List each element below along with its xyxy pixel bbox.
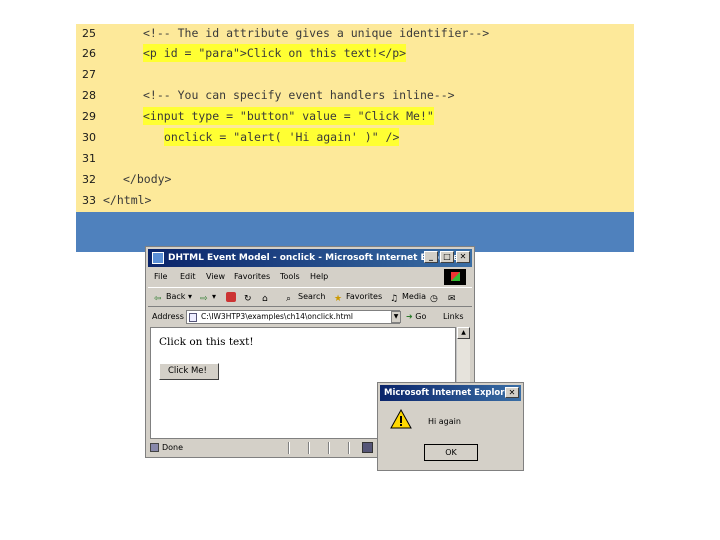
code-text: <!-- The id attribute gives a unique ide… bbox=[143, 26, 490, 40]
search-icon: ⌕ bbox=[286, 294, 292, 304]
mail-icon: ✉ bbox=[448, 294, 456, 304]
alert-close-button[interactable]: ✕ bbox=[505, 387, 519, 398]
menu-tools[interactable]: Tools bbox=[280, 272, 300, 281]
code-line-33: 33 </html> bbox=[76, 191, 634, 211]
forward-button[interactable]: ⇨ ▾ bbox=[200, 292, 216, 304]
status-divider bbox=[348, 442, 350, 454]
address-bar: Address C:\IW3HTP3\examples\ch14\onclick… bbox=[148, 308, 472, 326]
stop-icon bbox=[226, 292, 236, 302]
line-number: 29 bbox=[82, 110, 96, 123]
media-label: Media bbox=[402, 292, 427, 301]
maximize-button[interactable]: □ bbox=[440, 251, 454, 263]
menu-help[interactable]: Help bbox=[310, 272, 328, 281]
line-number: 28 bbox=[82, 89, 96, 102]
windows-logo-icon bbox=[444, 269, 466, 285]
line-number: 30 bbox=[82, 131, 96, 144]
search-label: Search bbox=[298, 292, 326, 301]
code-listing: 25 <!-- The id attribute gives a unique … bbox=[76, 24, 634, 212]
go-button[interactable]: ➜ Go bbox=[406, 312, 426, 321]
home-icon: ⌂ bbox=[262, 294, 268, 304]
ie-logo-icon bbox=[152, 252, 164, 264]
menu-favorites[interactable]: Favorites bbox=[234, 272, 270, 281]
star-icon: ★ bbox=[334, 294, 343, 304]
line-number: 31 bbox=[82, 152, 96, 165]
line-number: 32 bbox=[82, 173, 96, 186]
menu-edit[interactable]: Edit bbox=[180, 272, 196, 281]
history-button[interactable]: ◷ bbox=[430, 292, 442, 304]
go-arrow-icon: ➜ bbox=[406, 312, 413, 321]
scroll-up-arrow-icon[interactable]: ▲ bbox=[457, 327, 470, 339]
code-line-25: 25 <!-- The id attribute gives a unique … bbox=[76, 24, 634, 44]
back-button[interactable]: ⇦ Back ▾ bbox=[154, 292, 192, 304]
alert-message: Hi again bbox=[428, 417, 461, 426]
code-line-29: 29 <input type = "button" value = "Click… bbox=[76, 107, 634, 127]
browser-title: DHTML Event Model - onclick - Microsoft … bbox=[168, 253, 464, 263]
line-number: 26 bbox=[82, 47, 96, 60]
code-line-30: 30 onclick = "alert( 'Hi again' )" /> bbox=[76, 128, 634, 148]
ok-button[interactable]: OK bbox=[424, 444, 478, 461]
line-number: 33 bbox=[82, 194, 96, 207]
stop-button[interactable] bbox=[226, 292, 238, 302]
media-icon: ♫ bbox=[390, 294, 399, 304]
standard-toolbar: ⇦ Back ▾ ⇨ ▾ ↻ ⌂ ⌕ Search ★ Favorites ♫ Media… bbox=[148, 287, 472, 307]
close-button[interactable]: ✕ bbox=[456, 251, 470, 263]
search-button[interactable]: ⌕ Search bbox=[286, 292, 325, 304]
go-label: Go bbox=[415, 312, 427, 321]
code-line-31: 31 bbox=[76, 149, 634, 169]
history-icon: ◷ bbox=[430, 294, 438, 304]
menu-view[interactable]: View bbox=[206, 272, 225, 281]
forward-arrow-icon: ⇨ bbox=[200, 294, 208, 304]
browser-titlebar[interactable]: DHTML Event Model - onclick - Microsoft … bbox=[148, 249, 472, 267]
my-computer-icon bbox=[362, 442, 373, 453]
code-text: onclick = "alert( 'Hi again' )" /> bbox=[164, 128, 400, 146]
code-text: </body> bbox=[123, 172, 172, 186]
click-me-button[interactable]: Click Me! bbox=[159, 363, 219, 380]
address-label: Address bbox=[152, 312, 184, 321]
address-dropdown-button[interactable]: ▼ bbox=[391, 311, 401, 323]
menu-bar: File Edit View Favorites Tools Help bbox=[148, 268, 472, 286]
page-status-icon bbox=[150, 443, 159, 452]
address-input[interactable]: C:\IW3HTP3\examples\ch14\onclick.html bbox=[186, 310, 400, 324]
minimize-button[interactable]: _ bbox=[424, 251, 438, 263]
menu-file[interactable]: File bbox=[154, 272, 167, 281]
home-button[interactable]: ⌂ bbox=[262, 292, 274, 304]
code-text: </html> bbox=[103, 193, 152, 207]
status-text: Done bbox=[162, 443, 184, 452]
code-text: <!-- You can specify event handlers inli… bbox=[143, 88, 455, 102]
code-line-28: 28 <!-- You can specify event handlers i… bbox=[76, 86, 634, 106]
warning-icon bbox=[390, 409, 412, 429]
status-divider bbox=[328, 442, 330, 454]
favorites-label: Favorites bbox=[346, 292, 383, 301]
status-divider bbox=[288, 442, 290, 454]
alert-dialog: Microsoft Internet Explorer ✕ Hi again O… bbox=[377, 382, 524, 471]
status-divider bbox=[308, 442, 310, 454]
code-line-26: 26 <p id = "para">Click on this text!</p… bbox=[76, 44, 634, 64]
alert-title: Microsoft Internet Explorer bbox=[384, 388, 515, 398]
address-value: C:\IW3HTP3\examples\ch14\onclick.html bbox=[201, 312, 353, 321]
code-line-32: 32 </body> bbox=[76, 170, 634, 190]
refresh-button[interactable]: ↻ bbox=[244, 292, 256, 304]
back-arrow-icon: ⇦ bbox=[154, 294, 162, 304]
code-line-27: 27 bbox=[76, 65, 634, 85]
line-number: 27 bbox=[82, 68, 96, 81]
media-button[interactable]: ♫ Media bbox=[390, 292, 426, 304]
click-paragraph[interactable]: Click on this text! bbox=[159, 336, 254, 348]
links-button[interactable]: Links bbox=[443, 312, 464, 321]
refresh-icon: ↻ bbox=[244, 294, 252, 304]
line-number: 25 bbox=[82, 27, 96, 40]
page-icon bbox=[189, 313, 197, 322]
code-text: <input type = "button" value = "Click Me… bbox=[143, 107, 434, 125]
favorites-button[interactable]: ★ Favorites bbox=[334, 292, 382, 304]
mail-button[interactable]: ✉ bbox=[448, 292, 460, 304]
back-label: Back bbox=[166, 292, 186, 301]
code-text: <p id = "para">Click on this text!</p> bbox=[143, 44, 407, 62]
alert-titlebar[interactable]: Microsoft Internet Explorer ✕ bbox=[380, 385, 521, 401]
